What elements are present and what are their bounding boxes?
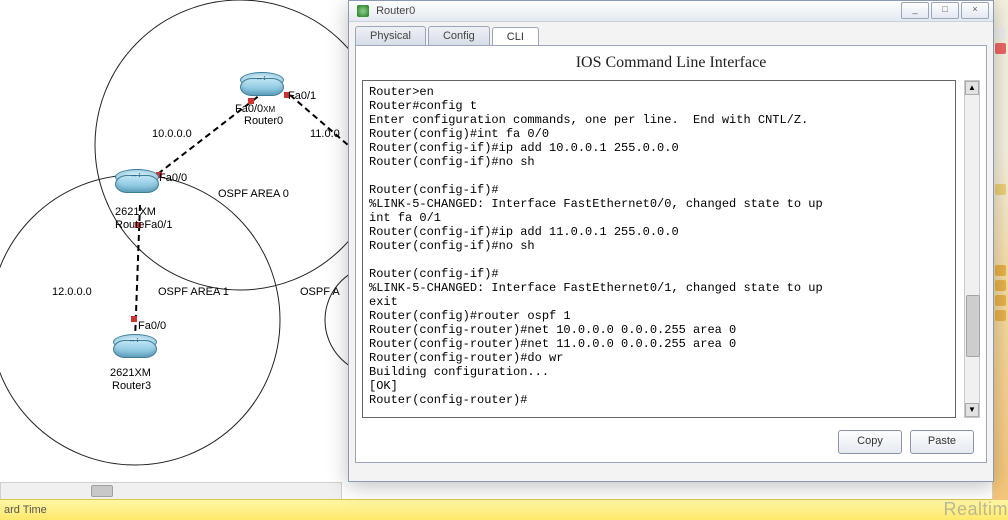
horizontal-scrollbar[interactable]: [0, 482, 342, 500]
tab-config[interactable]: Config: [428, 26, 490, 45]
device-router0[interactable]: ↔↕: [240, 78, 282, 102]
subnet-label: 11.0.0: [310, 128, 340, 140]
device-router3[interactable]: ↔↕: [113, 340, 155, 364]
interface-label: Fa0/1: [288, 90, 316, 102]
scroll-down-icon[interactable]: ▼: [965, 403, 979, 417]
close-button[interactable]: ×: [961, 2, 989, 19]
scrollbar-thumb[interactable]: [966, 295, 980, 357]
mode-indicator: Realtim: [943, 499, 1008, 520]
maximize-button[interactable]: □: [931, 2, 959, 19]
titlebar[interactable]: Router0 _ □ ×: [349, 1, 993, 22]
area-label: OSPF A: [300, 286, 340, 298]
device-label: 2621XM: [110, 367, 151, 379]
subnet-label: 10.0.0.0: [152, 128, 192, 140]
device-label: Router3: [112, 380, 151, 392]
tab-physical[interactable]: Physical: [355, 26, 426, 45]
copy-button[interactable]: Copy: [838, 430, 902, 454]
area-label: OSPF AREA 0: [218, 188, 289, 200]
device-config-window[interactable]: Router0 _ □ × Physical Config CLI IOS Co…: [348, 0, 994, 482]
minimize-button[interactable]: _: [901, 2, 929, 19]
interface-label: Fa0/0: [138, 320, 166, 332]
paste-button[interactable]: Paste: [910, 430, 974, 454]
cli-panel: IOS Command Line Interface Router>en Rou…: [355, 45, 987, 463]
area-label: OSPF AREA 1: [158, 286, 229, 298]
cli-heading: IOS Command Line Interface: [362, 54, 980, 72]
device-label: Router0: [244, 115, 283, 127]
interface-label: Fa0/0XM: [235, 103, 275, 115]
interface-label: Fa0/0: [159, 172, 187, 184]
device-router1[interactable]: ↔↕: [115, 175, 157, 199]
terminal-scrollbar[interactable]: ▲ ▼: [964, 80, 980, 418]
status-text: ard Time: [4, 504, 47, 516]
right-toolbar[interactable]: [992, 0, 1008, 500]
window-title: Router0: [376, 5, 415, 17]
status-bar: ard Time: [0, 499, 1008, 520]
cli-terminal[interactable]: Router>en Router#config t Enter configur…: [362, 80, 956, 418]
subnet-label: 12.0.0.0: [52, 286, 92, 298]
scrollbar-thumb[interactable]: [91, 485, 113, 497]
device-label: 2621XM: [115, 206, 156, 218]
scroll-up-icon[interactable]: ▲: [965, 81, 979, 95]
tab-bar: Physical Config CLI: [349, 22, 993, 45]
device-label: RouteFa0/1: [115, 219, 172, 231]
app-icon: [357, 5, 369, 17]
tab-cli[interactable]: CLI: [492, 27, 539, 46]
